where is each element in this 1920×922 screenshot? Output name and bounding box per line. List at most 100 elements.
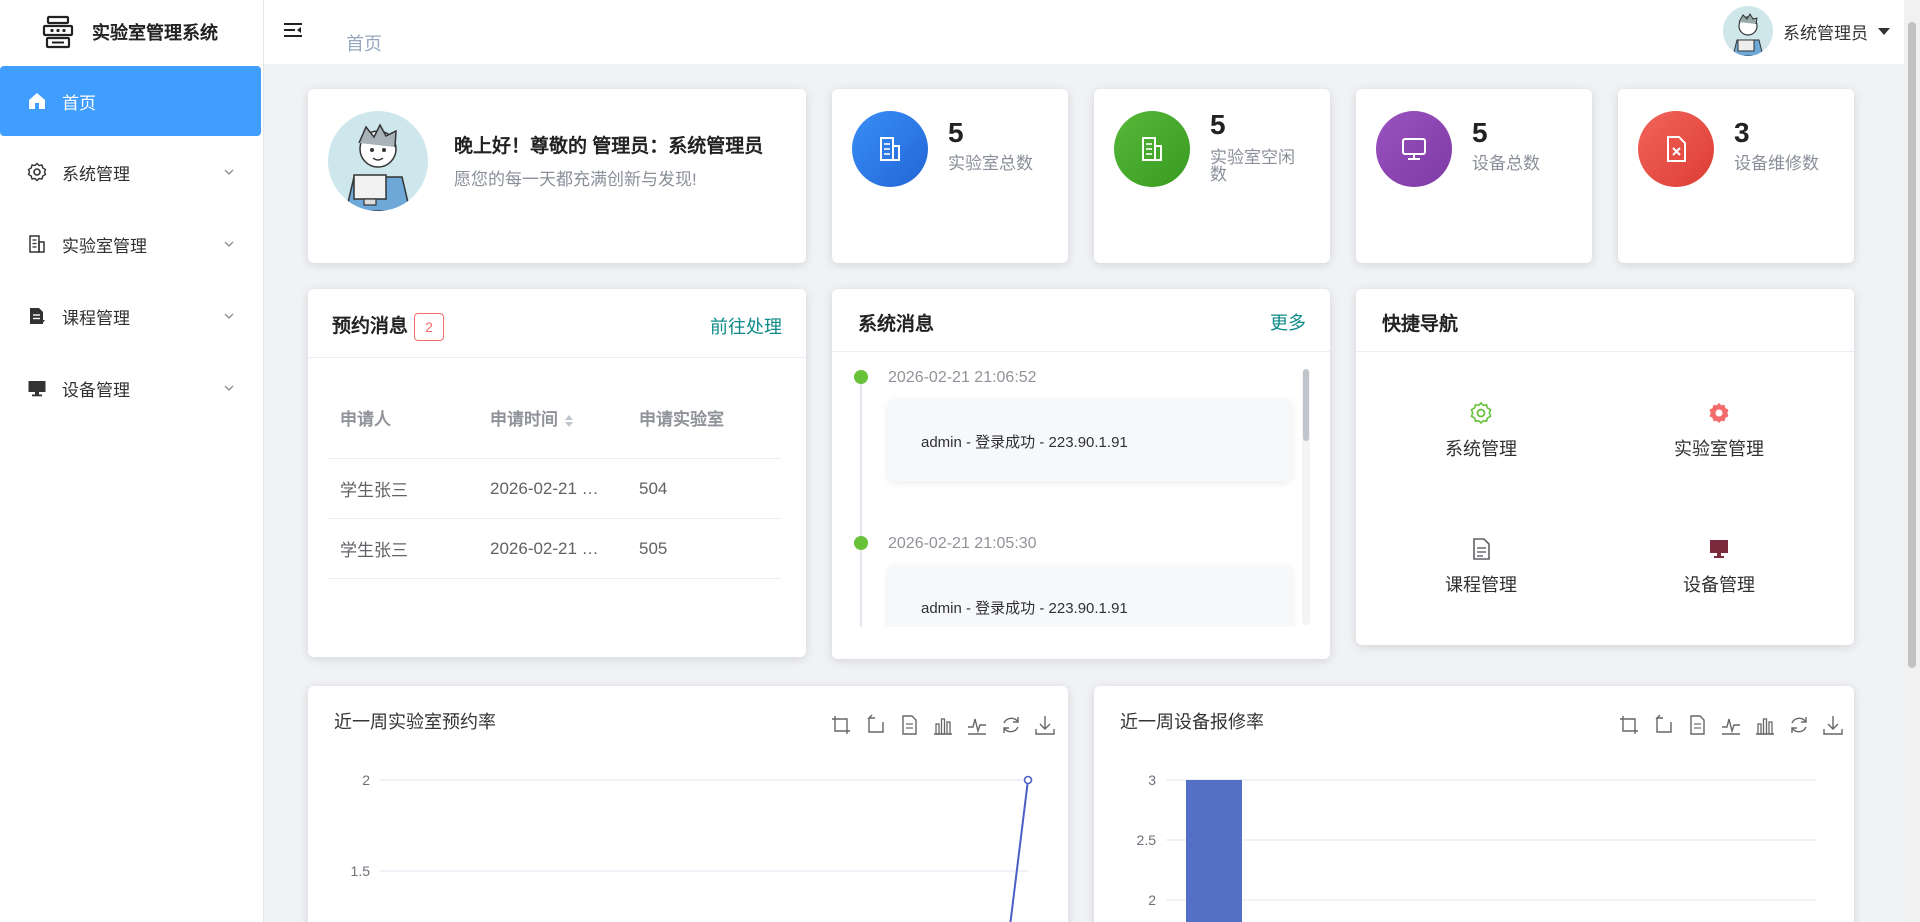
sidebar-item-lab[interactable]: 实验室管理 (0, 208, 263, 280)
table-row[interactable]: 学生张三 2026-02-21 … 505 (328, 519, 781, 579)
stat-label: 实验室空闲数 (1210, 148, 1295, 184)
chevron-down-icon (224, 385, 234, 391)
stat-card-lab-total: 5 实验室总数 (832, 89, 1068, 263)
timeline-dot (854, 536, 868, 550)
column-header-time[interactable]: 申请时间 (478, 405, 627, 430)
line-chart-canvas[interactable]: 21.5 (308, 686, 1068, 922)
quick-nav-label: 设备管理 (1683, 575, 1755, 595)
cell-lab: 504 (639, 478, 668, 498)
system-message-panel: 系统消息 更多 2026-02-21 21:06:52 admin - 登录成功… (832, 289, 1330, 659)
building-icon (852, 111, 928, 187)
quick-nav-system[interactable]: 系统管理 (1401, 401, 1561, 461)
divider (308, 357, 806, 358)
quick-nav-course[interactable]: 课程管理 (1401, 537, 1561, 597)
gear-icon (26, 161, 48, 183)
message-card: admin - 登录成功 - 223.90.1.91 (888, 565, 1292, 627)
scrollbar-thumb[interactable] (1908, 22, 1916, 668)
y-tick-label: 2 (1148, 892, 1156, 908)
breadcrumb[interactable]: 首页 (346, 30, 382, 56)
system-message-title: 系统消息 (858, 314, 935, 335)
building-icon (1114, 111, 1190, 187)
quick-nav-label: 系统管理 (1445, 439, 1517, 459)
top-header: 首页 系统管理员 (264, 0, 1904, 64)
bar-chart-canvas[interactable]: 32.52 (1094, 686, 1854, 922)
quick-nav-title: 快捷导航 (1382, 314, 1459, 335)
table-row[interactable]: 学生张三 2026-02-21 … 504 (328, 459, 781, 519)
sidebar-item-label: 首页 (62, 93, 96, 113)
welcome-card: 晚上好！尊敬的 管理员：系统管理员 愿您的每一天都充满创新与发现! (308, 89, 806, 263)
timeline-scrollbar[interactable] (1302, 369, 1310, 625)
sidebar-item-label: 系统管理 (62, 164, 130, 184)
welcome-greeting: 晚上好！尊敬的 管理员：系统管理员 (454, 136, 764, 157)
home-icon (26, 90, 48, 112)
stat-label: 设备维修数 (1734, 154, 1819, 173)
repair-rate-chart: 近一周设备报修率 3 2.5 2 (1094, 686, 1854, 922)
gear-icon (1470, 401, 1492, 425)
welcome-subtitle: 愿您的每一天都充满创新与发现! (454, 170, 697, 189)
file-error-icon (1638, 111, 1714, 187)
app-logo: 实验室管理系统 (0, 0, 263, 64)
gear-icon (1709, 403, 1729, 423)
reservation-count-badge: 2 (414, 312, 445, 341)
stat-card-lab-idle: 5 实验室空闲数 (1094, 89, 1330, 263)
app-title: 实验室管理系统 (92, 23, 218, 43)
cell-lab: 505 (639, 538, 668, 558)
document-icon (1473, 538, 1490, 560)
y-tick-label: 2 (362, 772, 370, 788)
chevron-down-icon (224, 169, 234, 175)
sidebar-item-device[interactable]: 设备管理 (0, 352, 263, 424)
sidebar-item-system[interactable]: 系统管理 (0, 136, 263, 208)
page-scrollbar[interactable] (1904, 0, 1920, 922)
message-time: 2026-02-21 21:05:30 (888, 535, 1037, 552)
reservation-table: 申请人 申请时间 申请实验室 学生张三 2026-02-21 … 504 学生张… (328, 377, 781, 579)
stat-label: 设备总数 (1472, 154, 1540, 173)
cell-time: 2026-02-21 … (490, 538, 599, 558)
cell-applicant: 学生张三 (340, 541, 408, 560)
chevron-down-icon (224, 313, 234, 319)
stat-label: 实验室总数 (948, 154, 1033, 173)
y-tick-label: 3 (1148, 772, 1156, 788)
sidebar-item-course[interactable]: 课程管理 (0, 280, 263, 352)
sidebar-item-home[interactable]: 首页 (0, 66, 261, 136)
message-card: admin - 登录成功 - 223.90.1.91 (888, 399, 1292, 481)
stat-value: 5 (1210, 109, 1226, 140)
user-menu[interactable]: 系统管理员 (1723, 6, 1890, 56)
stat-value: 5 (1472, 117, 1488, 148)
timeline-dot (854, 370, 868, 384)
divider (1356, 351, 1854, 352)
sidebar-item-label: 实验室管理 (62, 236, 147, 256)
quick-nav-lab[interactable]: 实验室管理 (1639, 401, 1799, 461)
go-process-link[interactable]: 前往处理 (710, 313, 782, 339)
sidebar-item-label: 设备管理 (62, 380, 130, 400)
more-link[interactable]: 更多 (1270, 309, 1306, 335)
timeline-line (860, 381, 862, 627)
monitor-icon (1376, 111, 1452, 187)
avatar[interactable] (1723, 6, 1773, 56)
welcome-avatar (328, 111, 428, 211)
reservation-panel: 预约消息 2 前往处理 申请人 申请时间 申请实验室 学生张三 2026-02-2… (308, 289, 806, 657)
series-line (1009, 779, 1029, 922)
monitor-icon (26, 377, 48, 399)
monitor-icon (1710, 540, 1728, 558)
sidebar-item-label: 课程管理 (62, 308, 130, 328)
caret-down-icon[interactable] (1878, 27, 1890, 35)
column-header-time-text: 申请时间 (490, 410, 558, 429)
sidebar: 实验室管理系统 首页 系统管理 实验室管理 课程管理 设备管理 (0, 0, 264, 922)
message-time: 2026-02-21 21:06:52 (888, 369, 1037, 386)
table-header: 申请人 申请时间 申请实验室 (328, 377, 781, 459)
cell-time: 2026-02-21 … (490, 478, 599, 498)
stat-card-device-total: 5 设备总数 (1356, 89, 1592, 263)
quick-nav-panel: 快捷导航 系统管理 实验室管理 课程管理 设备管理 (1356, 289, 1854, 645)
menu-collapse-icon[interactable] (282, 20, 304, 42)
scrollbar-thumb[interactable] (1303, 369, 1309, 441)
reservation-title: 预约消息 2 (332, 311, 445, 341)
user-name[interactable]: 系统管理员 (1783, 19, 1868, 44)
lab-logo-icon (42, 15, 74, 49)
message-timeline[interactable]: 2026-02-21 21:06:52 admin - 登录成功 - 223.9… (832, 351, 1330, 627)
stat-value: 3 (1734, 117, 1750, 148)
sort-icon[interactable] (564, 413, 574, 429)
course-icon (26, 305, 48, 327)
quick-nav-device[interactable]: 设备管理 (1639, 537, 1799, 597)
quick-nav-label: 课程管理 (1445, 575, 1517, 595)
data-point (1023, 775, 1033, 785)
